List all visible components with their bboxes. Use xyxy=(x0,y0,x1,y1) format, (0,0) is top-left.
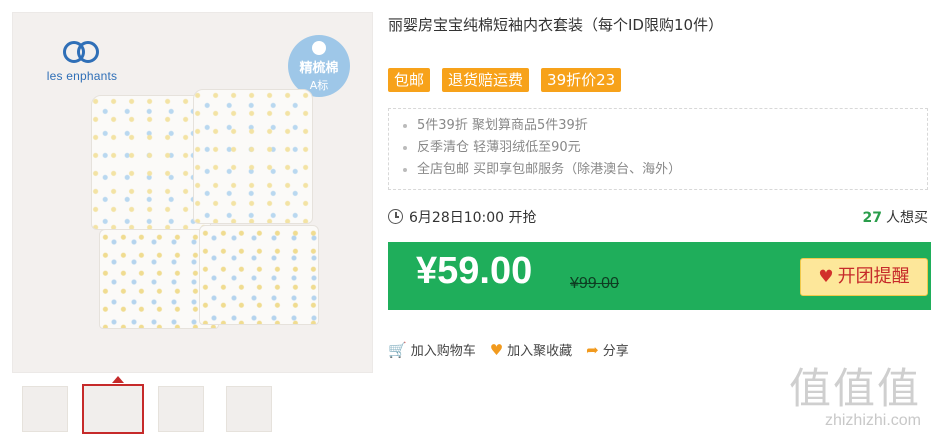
want-count: 27 人想买 xyxy=(862,210,928,226)
product-main-image[interactable]: les enphants 精梳棉 A标 xyxy=(12,12,373,373)
tag-discount-price: 39折价23 xyxy=(541,68,622,92)
thumbnail[interactable] xyxy=(226,386,272,432)
sale-time-row: 6月28日10:00 开抢 27 人想买 xyxy=(388,207,928,229)
heart-icon: ♥ xyxy=(489,340,504,359)
tag-row: 包邮 退货赔运费 39折价23 xyxy=(388,68,622,92)
group-reminder-button[interactable]: ♥ 开团提醒 xyxy=(800,258,928,296)
cotton-grade-badge: 精梳棉 A标 xyxy=(288,35,350,97)
add-to-favorites-button[interactable]: ♥ 加入聚收藏 xyxy=(489,340,572,360)
thumbnail-indicator-icon xyxy=(112,376,124,383)
site-watermark: 值值值 zhizhizhi.com xyxy=(788,364,921,429)
elephant-icon xyxy=(61,37,103,67)
brand-logo: les enphants xyxy=(37,37,127,83)
promo-item: 全店包邮 买即享包邮服务（除港澳台、海外） xyxy=(403,159,927,181)
action-row: 🛒 加入购物车 ♥ 加入聚收藏 ➦ 分享 xyxy=(388,340,629,360)
cotton-flower-icon xyxy=(312,41,326,55)
price-bar: ¥59.00 ¥99.00 ♥ 开团提醒 xyxy=(388,242,931,310)
thumbnail[interactable] xyxy=(294,386,340,432)
thumbnail-active[interactable] xyxy=(82,376,144,434)
promo-item: 反季清仓 轻薄羽绒低至90元 xyxy=(403,137,927,159)
promo-item: 5件39折 聚划算商品5件39折 xyxy=(403,115,927,137)
thumbnail-strip xyxy=(20,376,340,436)
share-icon: ➦ xyxy=(586,340,599,359)
cart-icon: 🛒 xyxy=(388,340,407,359)
shorts-illustration xyxy=(199,225,319,325)
share-button[interactable]: ➦ 分享 xyxy=(586,340,629,360)
current-price: ¥59.00 xyxy=(416,250,533,292)
product-title: 丽婴房宝宝纯棉短袖内衣套装（每个ID限购10件） xyxy=(388,16,724,34)
shirt-illustration xyxy=(193,89,313,224)
sale-start-time: 6月28日10:00 开抢 xyxy=(409,210,537,226)
thumbnail[interactable] xyxy=(22,386,68,432)
heart-icon: ♥ xyxy=(818,267,834,287)
cotton-badge-main: 精梳棉 xyxy=(299,61,339,76)
add-to-cart-button[interactable]: 🛒 加入购物车 xyxy=(388,340,476,360)
thumbnail[interactable] xyxy=(158,386,204,432)
tag-free-shipping: 包邮 xyxy=(388,68,431,92)
tag-return-shipping: 退货赔运费 xyxy=(442,68,530,92)
promotions-box: 5件39折 聚划算商品5件39折 反季清仓 轻薄羽绒低至90元 全店包邮 买即享… xyxy=(388,108,928,190)
brand-name: les enphants xyxy=(46,69,118,83)
clock-icon xyxy=(388,209,403,224)
original-price: ¥99.00 xyxy=(570,275,619,292)
